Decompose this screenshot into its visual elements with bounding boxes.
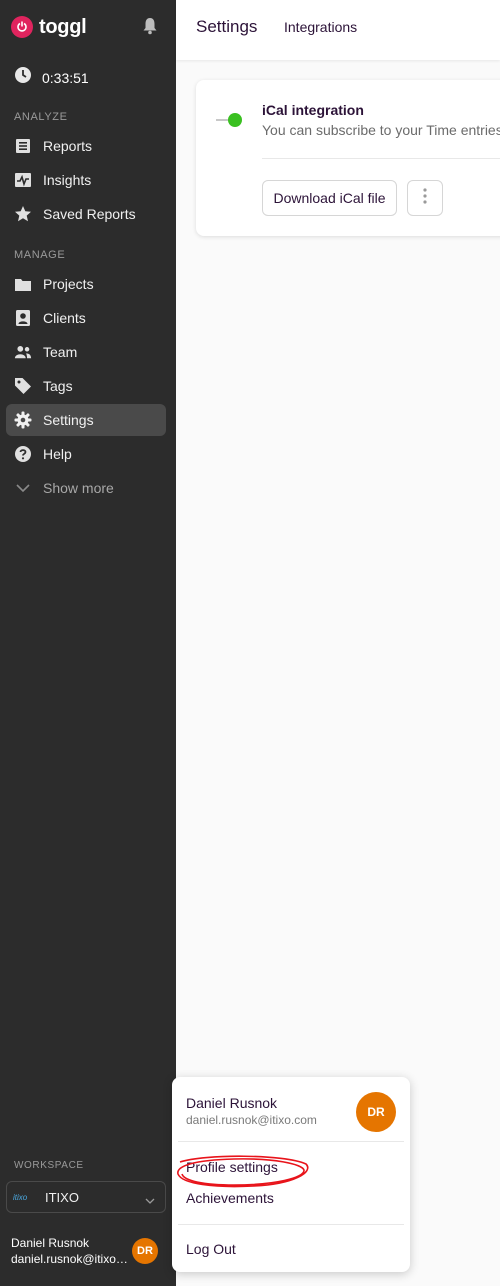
menu-user-name: Daniel Rusnok — [186, 1095, 278, 1111]
page-title: Settings — [196, 17, 258, 36]
tab-integrations[interactable]: Integrations — [284, 19, 357, 35]
page-header: Settings Integrations — [176, 0, 500, 60]
ical-toggle[interactable] — [228, 113, 242, 127]
logout-link[interactable]: Log Out — [186, 1241, 236, 1257]
sidebar-item-settings[interactable]: Settings — [6, 404, 166, 436]
ical-integration-card: iCal integration You can subscribe to yo… — [196, 80, 500, 236]
team-icon — [14, 343, 32, 361]
sidebar-item-reports[interactable]: Reports — [6, 130, 166, 162]
section-label-manage: MANAGE — [14, 249, 66, 261]
workspace-logo: itixo — [13, 1192, 28, 1202]
sidebar-item-label: Reports — [43, 138, 93, 154]
sidebar-item-label: Help — [43, 446, 72, 462]
running-timer[interactable]: 0:33:51 — [14, 66, 89, 89]
gear-icon — [14, 411, 32, 429]
user-name[interactable]: Daniel Rusnok — [11, 1236, 89, 1250]
bell-icon[interactable] — [142, 17, 158, 35]
brand-name: toggl — [39, 15, 87, 38]
profile-settings-link[interactable]: Profile settings — [186, 1159, 278, 1175]
sidebar-item-insights[interactable]: Insights — [6, 164, 166, 196]
sidebar-item-help[interactable]: Help — [6, 438, 166, 470]
sidebar-item-label: Projects — [43, 276, 94, 292]
sidebar-item-clients[interactable]: Clients — [6, 302, 166, 334]
sidebar-item-tags[interactable]: Tags — [6, 370, 166, 402]
timer-value: 0:33:51 — [42, 69, 89, 86]
brand[interactable]: toggl — [11, 15, 87, 39]
sidebar-item-label: Tags — [43, 378, 73, 394]
reports-icon — [14, 137, 32, 155]
more-options-button[interactable] — [407, 180, 443, 216]
divider — [178, 1141, 404, 1142]
divider — [262, 158, 500, 159]
clock-icon — [14, 66, 32, 89]
toggl-power-icon — [11, 16, 33, 38]
insights-icon — [14, 171, 32, 189]
card-description: You can subscribe to your Time entries — [262, 122, 500, 138]
sidebar-item-show-more[interactable]: Show more — [6, 472, 166, 504]
star-icon — [14, 205, 32, 223]
avatar: DR — [356, 1092, 396, 1132]
sidebar-item-label: Clients — [43, 310, 86, 326]
sidebar-item-label: Insights — [43, 172, 92, 188]
menu-user-email: daniel.rusnok@itixo.com — [186, 1113, 317, 1127]
sidebar-item-team[interactable]: Team — [6, 336, 166, 368]
chevron-down-icon — [145, 1192, 155, 1210]
section-label-workspace: WORKSPACE — [14, 1160, 84, 1171]
profile-menu: Daniel Rusnok daniel.rusnok@itixo.com DR… — [172, 1077, 410, 1272]
kebab-menu-icon — [423, 187, 427, 209]
divider — [178, 1224, 404, 1225]
download-ical-button[interactable]: Download iCal file — [262, 180, 397, 216]
sidebar-item-label: Saved Reports — [43, 206, 136, 222]
sidebar-item-label: Team — [43, 344, 78, 360]
sidebar-item-saved-reports[interactable]: Saved Reports — [6, 198, 166, 230]
workspace-name: ITIXO — [45, 1189, 79, 1205]
tag-icon — [14, 377, 32, 395]
card-title: iCal integration — [262, 102, 364, 118]
chevron-down-icon — [14, 479, 32, 497]
user-email[interactable]: daniel.rusnok@itixo.com — [11, 1252, 129, 1266]
workspace-select[interactable]: itixo ITIXO — [6, 1181, 166, 1213]
achievements-link[interactable]: Achievements — [186, 1190, 274, 1206]
sidebar-item-label: Show more — [43, 480, 114, 496]
sidebar-item-label: Settings — [43, 412, 94, 428]
folder-icon — [14, 275, 32, 293]
help-icon — [14, 445, 32, 463]
sidebar: toggl 0:33:51 ANALYZE Reports Insights S… — [0, 0, 176, 1286]
sidebar-item-projects[interactable]: Projects — [6, 268, 166, 300]
avatar[interactable]: DR — [132, 1238, 158, 1264]
client-icon — [14, 309, 32, 327]
section-label-analyze: ANALYZE — [14, 111, 68, 123]
